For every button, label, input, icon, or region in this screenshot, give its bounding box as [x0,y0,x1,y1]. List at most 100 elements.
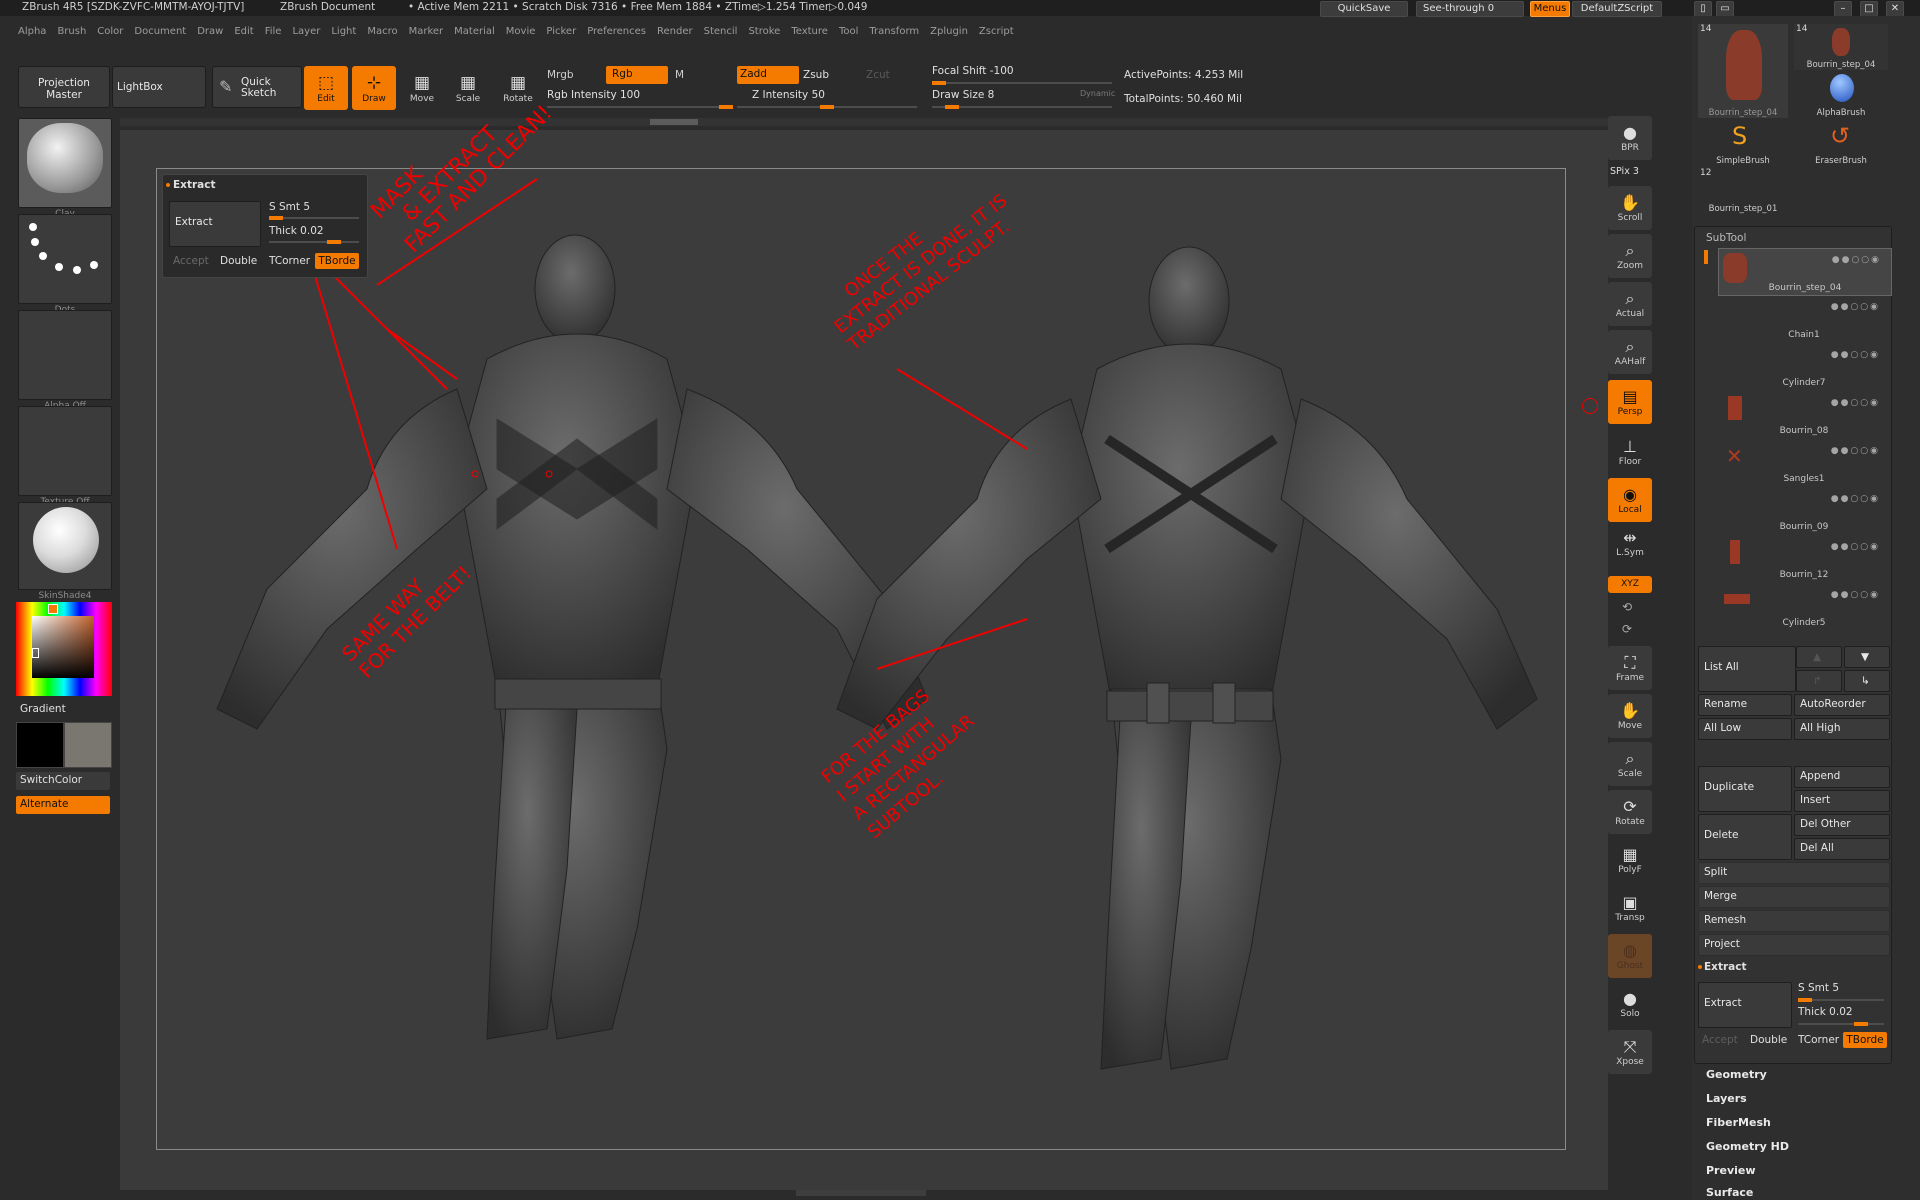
project-button[interactable]: Project [1698,934,1890,956]
all-high-button[interactable]: All High [1794,718,1890,740]
move-up-button[interactable]: ▲ [1796,646,1842,668]
extract-popup-double-button[interactable]: Double [220,255,257,267]
palette-layers[interactable]: Layers [1706,1092,1747,1105]
menu-color[interactable]: Color [97,26,123,37]
maximize-icon[interactable]: □ [1860,1,1878,17]
gradient-toggle[interactable]: Gradient [20,703,66,715]
default-zscript-button[interactable]: DefaultZScript [1572,1,1662,17]
subtool-toggle-icons[interactable]: ●●○○◉ [1831,446,1880,456]
secondary-color-swatch[interactable] [64,722,112,768]
reorder-up-button[interactable]: ↱ [1796,670,1842,692]
rotate-view-button[interactable]: ⟳ Rotate [1608,790,1652,834]
subtool-tcorner-button[interactable]: TCorner [1798,1034,1839,1046]
subtool-item[interactable]: ✕ ●●○○◉ Sangles1 [1718,440,1890,486]
extract-section-header[interactable]: Extract [1704,961,1746,973]
close-icon[interactable]: ✕ [1886,1,1904,17]
tool-thumb-step01[interactable]: 12 Bourrin_step_01 [1698,168,1788,214]
menu-edit[interactable]: Edit [234,26,253,37]
all-low-button[interactable]: All Low [1698,718,1792,740]
ghost-button[interactable]: ◍ Ghost [1608,934,1652,978]
rgb-intensity-slider[interactable] [547,105,733,109]
tool-thumb-simplebrush[interactable]: S SimpleBrush [1698,120,1788,166]
menu-alpha[interactable]: Alpha [18,26,46,37]
rotate-y-icon[interactable]: ⟲ [1622,600,1632,614]
document-frame[interactable]: MASK & EXTRACT FAST AND CLEAN! SAME WAY … [156,101,1566,1150]
menu-macro[interactable]: Macro [367,26,397,37]
see-through-slider[interactable]: See-through 0 [1416,1,1524,17]
persp-button[interactable]: ▤ Persp [1608,380,1652,424]
insert-button[interactable]: Insert [1794,790,1890,812]
subtool-header[interactable]: SubTool [1706,232,1746,244]
subtool-item[interactable]: ●●○○◉ Bourrin_step_04 [1718,248,1892,296]
menu-tool[interactable]: Tool [839,26,858,37]
palette-preview[interactable]: Preview [1706,1164,1756,1177]
move-down-button[interactable]: ▼ [1844,646,1890,668]
move-button[interactable]: ▦ Move [400,66,444,110]
brush-thumbnail[interactable]: Clay [18,118,112,219]
menu-marker[interactable]: Marker [409,26,444,37]
color-picker[interactable] [16,602,112,696]
aahalf-button[interactable]: ⌕ AAHalf [1608,330,1652,374]
scale-view-button[interactable]: ⌕ Scale [1608,742,1652,786]
extract-popup-tborder-button[interactable]: TBorde [315,253,359,269]
stroke-thumbnail[interactable]: Dots [18,214,112,315]
merge-button[interactable]: Merge [1698,886,1890,908]
floor-button[interactable]: ⊥ Floor [1608,430,1652,474]
main-color-swatch[interactable] [16,722,64,768]
spix-slider[interactable]: SPix 3 [1610,166,1639,177]
menu-draw[interactable]: Draw [197,26,223,37]
zadd-button[interactable]: Zadd [737,66,799,84]
subtool-smt-slider[interactable] [1798,998,1884,1002]
bpr-button[interactable]: ● BPR [1608,116,1652,160]
alpha-thumbnail[interactable]: Alpha Off [18,310,112,411]
menu-preferences[interactable]: Preferences [587,26,646,37]
tool-thumb-alphabrush[interactable]: AlphaBrush [1794,72,1888,118]
horizontal-scrollbar[interactable] [120,118,1608,126]
tool-thumb-eraserbrush[interactable]: ↺ EraserBrush [1794,120,1888,166]
menu-file[interactable]: File [265,26,282,37]
hue-marker[interactable] [48,604,58,614]
duplicate-button[interactable]: Duplicate [1698,766,1792,812]
subtool-toggle-icons[interactable]: ●●○○◉ [1831,350,1880,360]
menu-zscript[interactable]: Zscript [979,26,1014,37]
append-button[interactable]: Append [1794,766,1890,788]
menu-movie[interactable]: Movie [506,26,536,37]
z-intensity-slider[interactable] [737,105,917,109]
lsym-button[interactable]: ⇹ L.Sym [1608,526,1652,560]
switch-color-button[interactable]: SwitchColor [16,772,110,790]
move-view-button[interactable]: ✋ Move [1608,694,1652,738]
projection-master-button[interactable]: Projection Master [18,66,110,108]
m-button[interactable]: M [675,69,684,81]
subtool-double-button[interactable]: Double [1750,1034,1787,1046]
extract-popup-thick-slider[interactable] [269,240,359,244]
palette-fibermesh[interactable]: FiberMesh [1706,1116,1771,1129]
actual-button[interactable]: ⌕ Actual [1608,282,1652,326]
extract-popup-smt-slider[interactable] [269,216,359,220]
subtool-item[interactable]: ●●○○◉ Chain1 [1718,296,1890,342]
edit-button[interactable]: ⬚ Edit [304,66,348,110]
subtool-item[interactable]: ●●○○◉ Bourrin_12 [1718,536,1890,582]
reorder-down-button[interactable]: ↳ [1844,670,1890,692]
menu-document[interactable]: Document [134,26,186,37]
subtool-toggle-icons[interactable]: ●●○○◉ [1831,590,1880,600]
palette-geometry-hd[interactable]: Geometry HD [1706,1140,1789,1153]
menu-light[interactable]: Light [331,26,356,37]
tool-thumb-recent[interactable]: 14 Bourrin_step_04 [1794,24,1888,70]
extract-popup-tcorner-button[interactable]: TCorner [269,255,310,267]
layout-icon[interactable]: ▭ [1716,1,1734,17]
subtool-accept-button[interactable]: Accept [1702,1034,1738,1046]
subtool-toggle-icons[interactable]: ●●○○◉ [1831,302,1880,312]
list-all-button[interactable]: List All [1698,646,1796,692]
menu-transform[interactable]: Transform [869,26,919,37]
zsub-button[interactable]: Zsub [803,69,829,81]
tool-thumb-current[interactable]: 14 Bourrin_step_04 [1698,24,1788,118]
alternate-button[interactable]: Alternate [16,796,110,814]
focal-shift-slider[interactable] [932,81,1112,85]
subtool-toggle-icons[interactable]: ●●○○◉ [1831,542,1880,552]
menus-button[interactable]: Menus [1530,1,1570,17]
subtool-toggle-icons[interactable]: ●●○○◉ [1831,494,1880,504]
menu-texture[interactable]: Texture [791,26,828,37]
minimize-icon[interactable]: – [1834,1,1852,17]
extract-popup-extract-button[interactable]: Extract [169,201,261,247]
mrgb-button[interactable]: Mrgb [547,69,574,81]
